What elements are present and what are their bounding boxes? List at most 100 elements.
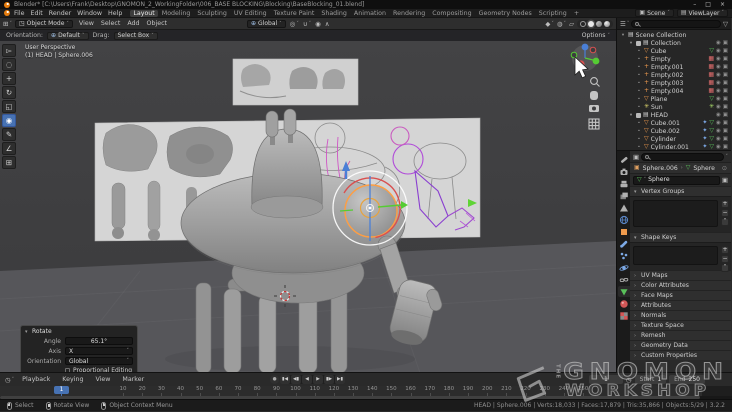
viewport-menu-add[interactable]: Add	[124, 20, 142, 27]
disable-in-renders-camera-icon[interactable]: ▣	[723, 80, 728, 86]
section-chevron-icon[interactable]: ▾	[634, 235, 638, 241]
properties-editor-icon[interactable]: ▣	[633, 153, 639, 161]
robot-antenna[interactable]	[265, 110, 279, 138]
outliner-item-label[interactable]: Cube.001	[651, 120, 701, 127]
hide-in-viewport-eye-icon[interactable]: ◉	[716, 136, 721, 142]
outliner-row-empty-001[interactable]: • + Empty.001 ▦ ◉ ▣	[617, 63, 731, 71]
section-chevron-icon[interactable]: ›	[634, 273, 638, 279]
hide-in-viewport-eye-icon[interactable]: ◉	[716, 64, 721, 70]
disable-in-renders-camera-icon[interactable]: ▣	[723, 128, 728, 134]
proportional-editing-icon[interactable]: ◉	[315, 20, 321, 28]
section-vertex-groups[interactable]: ▾ Vertex Groups	[630, 186, 731, 196]
collapse-chevron-icon[interactable]: ▾	[25, 329, 29, 335]
axis-field[interactable]: X ˅	[65, 347, 133, 355]
outliner-row-empty-004[interactable]: • + Empty.004 ▦ ◉ ▣	[617, 87, 731, 95]
empty-list-box[interactable]	[633, 200, 718, 227]
hide-in-viewport-eye-icon[interactable]: ◉	[716, 80, 721, 86]
add-workspace-button[interactable]: +	[571, 10, 582, 17]
frame-end-field[interactable]: End 250	[669, 375, 705, 384]
shading-rendered-icon[interactable]	[604, 20, 610, 27]
properties-tab-world[interactable]	[618, 214, 630, 225]
disable-in-renders-camera-icon[interactable]: ▣	[723, 64, 728, 70]
hide-in-viewport-eye-icon[interactable]: ◉	[716, 48, 721, 54]
collection-checkbox[interactable]	[636, 40, 641, 46]
shading-material-icon[interactable]	[596, 20, 602, 27]
section-color-attributes[interactable]: › Color Attributes	[630, 280, 731, 290]
outliner-panel[interactable]: ▾ ▤ Scene Collection ▾ ▤ Collection ◉ ▣ • ▽ Cube ▽ ◉…	[617, 30, 731, 151]
disable-in-renders-camera-icon[interactable]: ▣	[723, 112, 728, 118]
outliner-item-label[interactable]: HEAD	[651, 112, 714, 119]
section-attributes[interactable]: › Attributes	[630, 300, 731, 310]
menu-help[interactable]: Help	[105, 10, 125, 17]
outliner-item-label[interactable]: Sun	[651, 104, 707, 111]
outliner-row-head[interactable]: ▾ ▤ HEAD ◉ ▣	[617, 111, 731, 119]
drag-dropdown[interactable]: Select Box ˅	[113, 31, 158, 40]
timeline-scrollbar[interactable]	[0, 396, 732, 399]
tool-rotate-button[interactable]: ↻	[2, 86, 16, 99]
tool-transform-button[interactable]: ◉	[2, 114, 16, 127]
breadcrumb-object[interactable]: Sphere.006	[643, 165, 678, 172]
section-chevron-icon[interactable]: ▾	[634, 189, 638, 195]
frame-start-field[interactable]: Start 1	[634, 375, 667, 384]
section-texture-space[interactable]: › Texture Space	[630, 320, 731, 330]
section-face-maps[interactable]: › Face Maps	[630, 290, 731, 300]
current-frame-badge[interactable]: 1	[54, 386, 69, 394]
workspace-tab-geometry-nodes[interactable]: Geometry Nodes	[476, 10, 535, 17]
play-reverse-button[interactable]: ◀	[302, 375, 312, 384]
menu-window[interactable]: Window	[74, 10, 105, 17]
properties-tab-scene[interactable]	[618, 202, 630, 213]
rotate-operator-panel[interactable]: ▾ Rotate Angle 65.1° Axis X ˅ Orientation …	[20, 325, 138, 372]
show-gizmo-icon[interactable]: ◆ ˅	[545, 20, 554, 28]
hide-in-viewport-eye-icon[interactable]: ◉	[716, 104, 721, 110]
workspace-tab-rendering[interactable]: Rendering	[390, 10, 428, 17]
section-shape-keys[interactable]: ▾ Shape Keys	[630, 232, 731, 242]
timeline-editor-type-icon[interactable]: ◷ ˅	[5, 376, 14, 384]
specials-menu-button[interactable]: ˅	[721, 218, 729, 226]
tool-cursor-button[interactable]: ◌	[2, 58, 16, 71]
viewport-menu-view[interactable]: View	[76, 20, 97, 27]
properties-tab-texture[interactable]	[618, 310, 630, 321]
outliner-item-label[interactable]: Cylinder	[651, 136, 701, 143]
shading-wireframe-icon[interactable]	[580, 20, 586, 27]
outliner-display-mode-icon[interactable]: ☰ ˅	[620, 20, 629, 28]
jump-to-start-button[interactable]: ▮◀	[280, 375, 290, 384]
section-custom-properties[interactable]: › Custom Properties	[630, 350, 731, 360]
outliner-item-label[interactable]: Cube	[651, 48, 708, 55]
mode-selector[interactable]: ◳ Object Mode ˅	[14, 19, 73, 28]
close-button[interactable]: ×	[720, 1, 725, 8]
outliner-row-cylinder-001[interactable]: • ▽ Cylinder.001 ✦ ▽ ◉ ▣	[617, 143, 731, 151]
tool-annotate-button[interactable]: ✎	[2, 128, 16, 141]
section-remesh[interactable]: › Remesh	[630, 330, 731, 340]
properties-tab-view-layer[interactable]	[618, 190, 630, 201]
robot-leg[interactable]	[330, 286, 348, 372]
properties-tab-particles[interactable]	[618, 250, 630, 261]
hide-in-viewport-eye-icon[interactable]: ◉	[716, 56, 721, 62]
outliner-row-collection[interactable]: ▾ ▤ Collection ◉ ▣	[617, 39, 731, 47]
outliner-row-empty[interactable]: • + Empty ▦ ◉ ▣	[617, 55, 731, 63]
disable-in-renders-camera-icon[interactable]: ▣	[723, 72, 728, 78]
properties-tab-material[interactable]	[618, 298, 630, 309]
collection-checkbox[interactable]	[636, 112, 641, 118]
outliner-row-cube-001[interactable]: • ▽ Cube.001 ✦ ▽ ◉ ▣	[617, 119, 731, 127]
section-normals[interactable]: › Normals	[630, 310, 731, 320]
timeline-ruler[interactable]: 1 10 20 30 40 50 60 70 80 90 100 110 120 130 140 150 16…	[0, 386, 732, 399]
section-chevron-icon[interactable]: ›	[634, 283, 638, 289]
outliner-item-label[interactable]: Cube.002	[651, 128, 701, 135]
fake-user-icon[interactable]: ▣	[722, 176, 728, 184]
current-frame-field[interactable]: 1	[588, 375, 623, 384]
rp-orientation-field[interactable]: Global ˅	[65, 357, 133, 365]
outliner-row-cylinder[interactable]: • ▽ Cylinder ✦ ▽ ◉ ▣	[617, 135, 731, 143]
tool-add-cube-button[interactable]: ⊞	[2, 156, 16, 169]
hide-in-viewport-eye-icon[interactable]: ◉	[716, 40, 721, 46]
properties-search-input[interactable]	[641, 152, 724, 161]
section-chevron-icon[interactable]: ›	[634, 293, 638, 299]
section-chevron-icon[interactable]: ›	[634, 313, 638, 319]
disable-in-renders-camera-icon[interactable]: ▣	[723, 48, 728, 54]
section-geometry-data[interactable]: › Geometry Data	[630, 340, 731, 350]
outliner-row-plane[interactable]: • ▽ Plane ▽ ◉ ▣	[617, 95, 731, 103]
outliner-search-input[interactable]	[631, 19, 721, 28]
outliner-item-label[interactable]: Empty.001	[651, 64, 706, 71]
viewport-menu-object[interactable]: Object	[144, 20, 171, 27]
disable-in-renders-camera-icon[interactable]: ▣	[723, 88, 728, 94]
workspace-tab-compositing[interactable]: Compositing	[429, 10, 474, 17]
